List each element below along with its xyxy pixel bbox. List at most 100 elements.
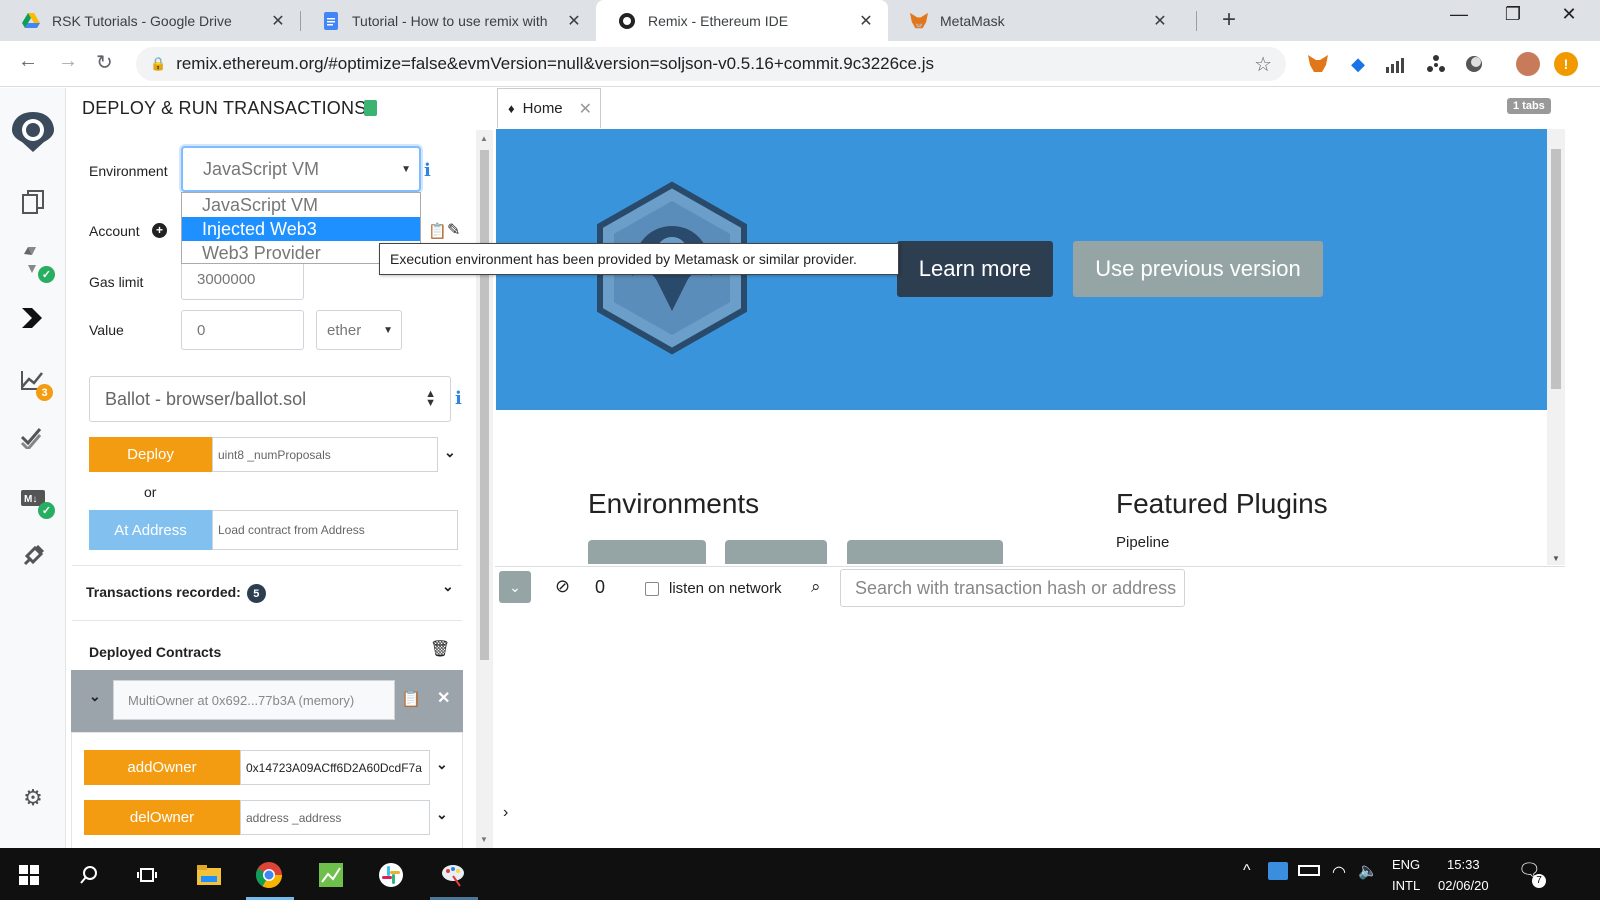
search-icon[interactable] xyxy=(72,858,106,892)
update-alert-icon[interactable]: ! xyxy=(1554,52,1578,76)
deploy-run-icon[interactable] xyxy=(19,304,47,332)
edit-icon[interactable]: ✎ xyxy=(447,220,460,240)
volume-icon[interactable]: 🔈 xyxy=(1358,861,1378,881)
reload-icon[interactable]: ↻ xyxy=(96,50,113,75)
environment-button[interactable] xyxy=(588,540,706,564)
file-explorer-taskbar-icon[interactable] xyxy=(192,858,226,892)
environment-button[interactable] xyxy=(847,540,1003,564)
environment-option[interactable]: Injected Web3 xyxy=(182,217,420,241)
editor-tab-home[interactable]: ♦ Home ✕ xyxy=(497,88,601,128)
browser-tab-google-drive[interactable]: RSK Tutorials - Google Drive ✕ xyxy=(0,0,300,41)
remove-instance-icon[interactable]: ✕ xyxy=(437,688,450,708)
tray-expand-icon[interactable]: ^ xyxy=(1243,862,1251,880)
value-input[interactable]: 0 xyxy=(181,310,304,350)
trash-icon[interactable]: 🗑 xyxy=(430,639,450,659)
wifi-icon[interactable]: ◠ xyxy=(1332,862,1346,882)
metamask-extension-icon[interactable] xyxy=(1306,52,1330,76)
bookmark-star-icon[interactable]: ☆ xyxy=(1254,52,1272,77)
close-icon[interactable]: ✕ xyxy=(564,11,584,31)
close-icon[interactable]: ✕ xyxy=(1150,11,1170,31)
language-indicator[interactable]: ENG INTL xyxy=(1392,857,1420,893)
scrollbar-thumb[interactable] xyxy=(480,150,489,660)
listen-on-network-checkbox[interactable] xyxy=(645,582,659,596)
learn-more-button[interactable]: Learn more xyxy=(897,241,1053,297)
task-view-icon[interactable] xyxy=(130,858,164,892)
chevron-down-icon[interactable]: ⌄ xyxy=(442,578,454,595)
address-bar[interactable]: 🔒 remix.ethereum.org/#optimize=false&evm… xyxy=(136,47,1286,81)
deploy-param-input[interactable]: uint8 _numProposals xyxy=(212,437,438,472)
browser-toolbar: ← → ↻ 🔒 remix.ethereum.org/#optimize=fal… xyxy=(0,41,1600,87)
add-owner-button[interactable]: addOwner xyxy=(84,750,240,785)
collapse-terminal-icon[interactable]: ⌄ xyxy=(499,571,531,603)
terminal-search-input[interactable]: Search with transaction hash or address xyxy=(840,569,1185,607)
network-nodes-extension-icon[interactable] xyxy=(1424,52,1448,76)
side-panel-scrollbar[interactable]: ▲ ▼ xyxy=(476,130,493,848)
add-owner-param-input[interactable]: 0x14723A09ACff6D2A60DcdF7a xyxy=(240,750,430,785)
windows-start-icon[interactable] xyxy=(12,858,46,892)
circle-extension-icon[interactable] xyxy=(1462,52,1486,76)
tab-separator xyxy=(1196,11,1197,31)
minimize-icon[interactable]: — xyxy=(1436,4,1482,25)
clear-console-icon[interactable]: ⊘ xyxy=(555,576,570,597)
add-account-icon[interactable]: + xyxy=(152,223,167,238)
close-icon[interactable]: ✕ xyxy=(268,11,288,31)
copy-address-icon[interactable]: 📋 xyxy=(401,689,421,709)
deploy-button[interactable]: Deploy xyxy=(89,437,212,472)
deployed-instance-address[interactable]: MultiOwner at 0x692...77b3A (memory) xyxy=(113,680,395,720)
scrollbar-thumb[interactable] xyxy=(1551,149,1561,389)
close-icon[interactable]: ✕ xyxy=(856,11,876,31)
scroll-down-icon[interactable]: ▼ xyxy=(1552,554,1560,563)
new-tab-button[interactable]: + xyxy=(1222,6,1236,34)
close-icon[interactable]: ✕ xyxy=(579,99,592,119)
back-arrow-icon[interactable]: ← xyxy=(18,50,38,73)
terminal-prompt-icon[interactable]: › xyxy=(503,804,508,822)
browser-tab-remix[interactable]: Remix - Ethereum IDE ✕ xyxy=(596,0,888,41)
info-icon[interactable]: i xyxy=(455,388,462,409)
settings-icon[interactable]: ⚙ xyxy=(19,784,47,812)
file-explorer-icon[interactable] xyxy=(19,188,47,216)
profile-avatar[interactable] xyxy=(1516,52,1540,76)
browser-tab-metamask[interactable]: MetaMask ✕ xyxy=(888,0,1182,41)
del-owner-button[interactable]: delOwner xyxy=(84,800,240,835)
main-scrollbar[interactable]: ▼ xyxy=(1547,129,1565,565)
ethereum-icon: ♦ xyxy=(508,101,515,116)
close-window-icon[interactable]: ✕ xyxy=(1546,4,1592,25)
copy-account-icon[interactable]: 📋 xyxy=(428,222,447,240)
slack-icon[interactable] xyxy=(374,858,408,892)
value-unit-select[interactable]: ether ▼ xyxy=(316,310,402,350)
remix-logo-icon[interactable] xyxy=(8,108,58,154)
metamask-fox-icon xyxy=(910,12,928,30)
environment-select-value: JavaScript VM xyxy=(203,158,320,179)
clock[interactable]: 15:33 02/06/20 xyxy=(1438,857,1489,893)
environment-option[interactable]: JavaScript VM xyxy=(182,193,420,217)
chevron-down-icon[interactable]: ⌄ xyxy=(436,806,448,823)
documentation-icon[interactable] xyxy=(364,100,377,116)
use-previous-version-button[interactable]: Use previous version xyxy=(1073,241,1323,297)
forward-arrow-icon[interactable]: → xyxy=(58,50,78,73)
chevron-down-icon[interactable]: ⌄ xyxy=(89,688,101,705)
signal-chart-extension-icon[interactable] xyxy=(1384,52,1408,76)
battery-icon[interactable] xyxy=(1298,865,1320,876)
diamond-extension-icon[interactable]: ◆ xyxy=(1346,52,1370,76)
restore-window-icon[interactable]: ❐ xyxy=(1490,4,1536,25)
image-editor-icon[interactable] xyxy=(314,858,348,892)
browser-tab-tutorial[interactable]: Tutorial - How to use remix with ✕ xyxy=(300,0,596,41)
paint-tool-icon[interactable] xyxy=(436,858,470,892)
featured-plugin-item[interactable]: Pipeline xyxy=(1116,534,1169,551)
environment-button[interactable] xyxy=(725,540,827,564)
scroll-down-icon[interactable]: ▼ xyxy=(480,835,488,844)
at-address-button[interactable]: At Address xyxy=(89,510,212,550)
chevron-down-icon[interactable]: ⌄ xyxy=(436,756,448,773)
tray-app-icon[interactable] xyxy=(1268,862,1288,880)
environment-select[interactable]: JavaScript VM ▼ xyxy=(181,146,421,192)
testing-icon[interactable] xyxy=(19,424,47,452)
chevron-down-icon[interactable]: ⌄ xyxy=(444,444,456,461)
del-owner-param-input[interactable]: address _address xyxy=(240,800,430,835)
plugin-manager-icon[interactable] xyxy=(19,542,47,570)
scroll-up-icon[interactable]: ▲ xyxy=(480,134,488,143)
contract-select[interactable]: Ballot - browser/ballot.sol ▲ ▼ xyxy=(89,376,451,422)
at-address-input[interactable]: Load contract from Address xyxy=(212,510,458,550)
info-icon[interactable]: i xyxy=(424,160,431,181)
chrome-icon[interactable] xyxy=(252,858,286,892)
tabs-count-badge[interactable]: 1 tabs xyxy=(1507,98,1551,114)
